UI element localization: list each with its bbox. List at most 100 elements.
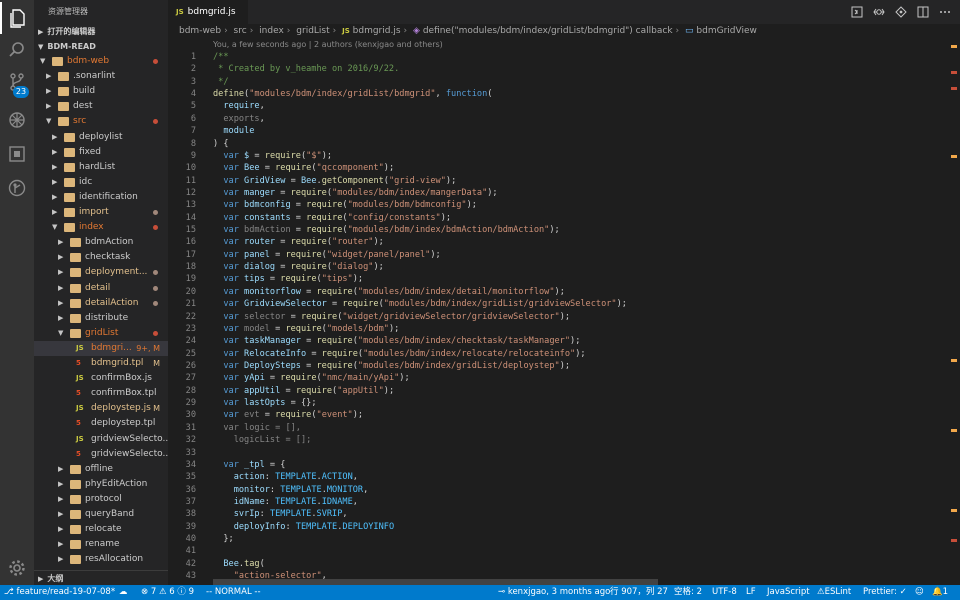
code-token: ); [570, 336, 581, 347]
tree-item[interactable]: ▶ build [34, 84, 168, 99]
code-token: var [213, 286, 239, 297]
breadcrumb-item[interactable]: index [259, 26, 284, 36]
workspace-section[interactable]: ▼ BDM-READ [34, 39, 168, 54]
feedback-icon[interactable]: ☺ [915, 585, 924, 600]
problems-item[interactable]: ⊗ 7 ⚠ 6 ⓘ 9 [141, 585, 194, 600]
tree-item[interactable]: ▶ offline [34, 462, 168, 477]
vertical-scrollbar[interactable] [948, 39, 960, 585]
breadcrumb-item[interactable]: bdmGridView [696, 26, 756, 36]
tree-item[interactable]: ▶ phyEditAction [34, 477, 168, 492]
extensions-icon[interactable] [0, 138, 34, 170]
eslint-item[interactable]: ⚠ESLint [817, 585, 851, 600]
code-token: require [306, 200, 343, 211]
chevron-down-icon: ▼ [52, 223, 58, 232]
line-number: 33 [185, 447, 196, 458]
codelens-blame[interactable]: You, a few seconds ago | 2 authors (kenx… [213, 39, 443, 51]
tab-bdmgrid-js[interactable]: JS bdmgrid.js [168, 0, 248, 24]
modified-dot [153, 285, 158, 291]
tree-item[interactable]: ▶ rename [34, 537, 168, 552]
breadcrumb-item[interactable]: define("modules/bdm/index/gridList/bdmgr… [423, 26, 673, 36]
language-mode[interactable]: JavaScript [767, 585, 810, 600]
indentation[interactable]: 空格: 2 [674, 585, 702, 600]
code-token: ); [575, 348, 586, 359]
git-compare-icon[interactable] [868, 4, 890, 20]
breadcrumb-item[interactable]: bdmgrid.js [353, 26, 401, 36]
tree-item[interactable]: ▶ relocate [34, 522, 168, 537]
tree-item[interactable]: ▶ resAllocation [34, 552, 168, 567]
encoding[interactable]: UTF-8 [712, 585, 737, 600]
sync-icon[interactable]: ☁ [119, 585, 128, 600]
tree-item[interactable]: JS gridviewSelecto... [34, 432, 168, 447]
cursor-position[interactable]: 行 907，列 27 [610, 585, 668, 600]
code-token: require [316, 336, 353, 347]
code-token: $ [238, 150, 250, 161]
branch-item[interactable]: ⎇ feature/read-19-07-08* [4, 585, 115, 600]
tree-item[interactable]: ▶ .sonarlint [34, 69, 168, 84]
explorer-icon[interactable] [0, 2, 34, 34]
tree-item[interactable]: ▶ detail [34, 281, 168, 296]
tree-item[interactable]: 5 confirmBox.tpl [34, 386, 168, 401]
gear-icon[interactable] [0, 552, 34, 584]
code-token: require [316, 286, 353, 297]
tree-item[interactable]: ▶ deployment... [34, 265, 168, 280]
more-actions-icon[interactable] [934, 4, 956, 20]
tree-item[interactable]: ▶ identification [34, 190, 168, 205]
tree-item[interactable]: ▶ protocol [34, 492, 168, 507]
code-token: RelocateInfo [238, 348, 307, 359]
line-number: 21 [185, 299, 196, 310]
tree-item[interactable]: ▶ deploylist [34, 130, 168, 145]
git-commit-icon[interactable] [890, 4, 912, 20]
code-token: ); [383, 385, 395, 396]
line-number: 1 [190, 52, 196, 62]
tree-item[interactable]: ▶ distribute [34, 311, 168, 326]
chevron-down-icon: ▼ [58, 328, 64, 337]
end-of-line[interactable]: LF [746, 585, 756, 600]
tree-item[interactable]: ▶ detailAction [34, 296, 168, 311]
split-editor-icon[interactable] [912, 4, 934, 20]
tree-item[interactable]: ▶ queryBand [34, 507, 168, 522]
tree-item-label: gridviewSelecto... [91, 448, 168, 459]
chevron-right-icon: ▶ [58, 479, 64, 488]
gitlens-icon[interactable] [0, 172, 34, 204]
tree-item[interactable]: ▼ bdm-web [34, 54, 168, 69]
code-line: 19 var tips = require("tips"); [168, 273, 948, 285]
code-token: = [280, 385, 296, 396]
breadcrumb-item[interactable]: gridList [296, 26, 329, 36]
open-changes-icon[interactable] [846, 4, 868, 20]
tree-item[interactable]: ▶ idc [34, 175, 168, 190]
code-token: logicList [213, 435, 281, 446]
tree-item[interactable]: JS deploystep.js M [34, 401, 168, 416]
tree-item[interactable]: ▶ hardList [34, 160, 168, 175]
line-number: 4 [190, 89, 196, 100]
tree-item[interactable]: ▼ src [34, 114, 168, 129]
chevron-right-icon: ▶ [52, 162, 58, 171]
open-editors-section[interactable]: ▶ 打开的编辑器 [34, 24, 168, 39]
tree-item-label: identification [79, 191, 138, 202]
tree-item[interactable]: ▶ dest [34, 99, 168, 114]
git-status: M [153, 359, 160, 368]
prettier-item[interactable]: Prettier: ✓ [863, 585, 907, 600]
code-token: GridView [238, 175, 286, 186]
outline-section[interactable]: ▶ 大纲 [34, 570, 168, 585]
blame-item[interactable]: ⊸ kenxjgao, 3 months ago [498, 585, 610, 600]
tree-item[interactable]: JS confirmBox.js [34, 371, 168, 386]
tree-item[interactable]: 5 deploystep.tpl [34, 416, 168, 431]
line-number: 22 [185, 311, 196, 322]
chevron-right-icon: ▶ [52, 192, 58, 201]
notifications-item[interactable]: 🔔1 [932, 585, 948, 600]
tree-item[interactable]: ▶ import [34, 205, 168, 220]
tree-item[interactable]: JS bdmgri... 9+, M [34, 340, 168, 356]
scroll-marker [951, 45, 957, 48]
tree-item[interactable]: ▶ fixed [34, 145, 168, 160]
breadcrumb-item[interactable]: src [234, 26, 247, 36]
tree-item[interactable]: 5 gridviewSelecto... [34, 447, 168, 462]
code-editor[interactable]: You, a few seconds ago | 2 authors (kenx… [168, 39, 960, 585]
debug-icon[interactable] [0, 104, 34, 136]
breadcrumb-item[interactable]: bdm-web [179, 26, 221, 36]
tree-item[interactable]: 5 bdmgrid.tpl M [34, 356, 168, 371]
tree-item[interactable]: ▼ gridList [34, 326, 168, 341]
tree-item[interactable]: ▶ bdmAction [34, 235, 168, 250]
search-icon[interactable] [0, 34, 34, 66]
tree-item[interactable]: ▼ index [34, 220, 168, 235]
tree-item[interactable]: ▶ checktask [34, 250, 168, 265]
